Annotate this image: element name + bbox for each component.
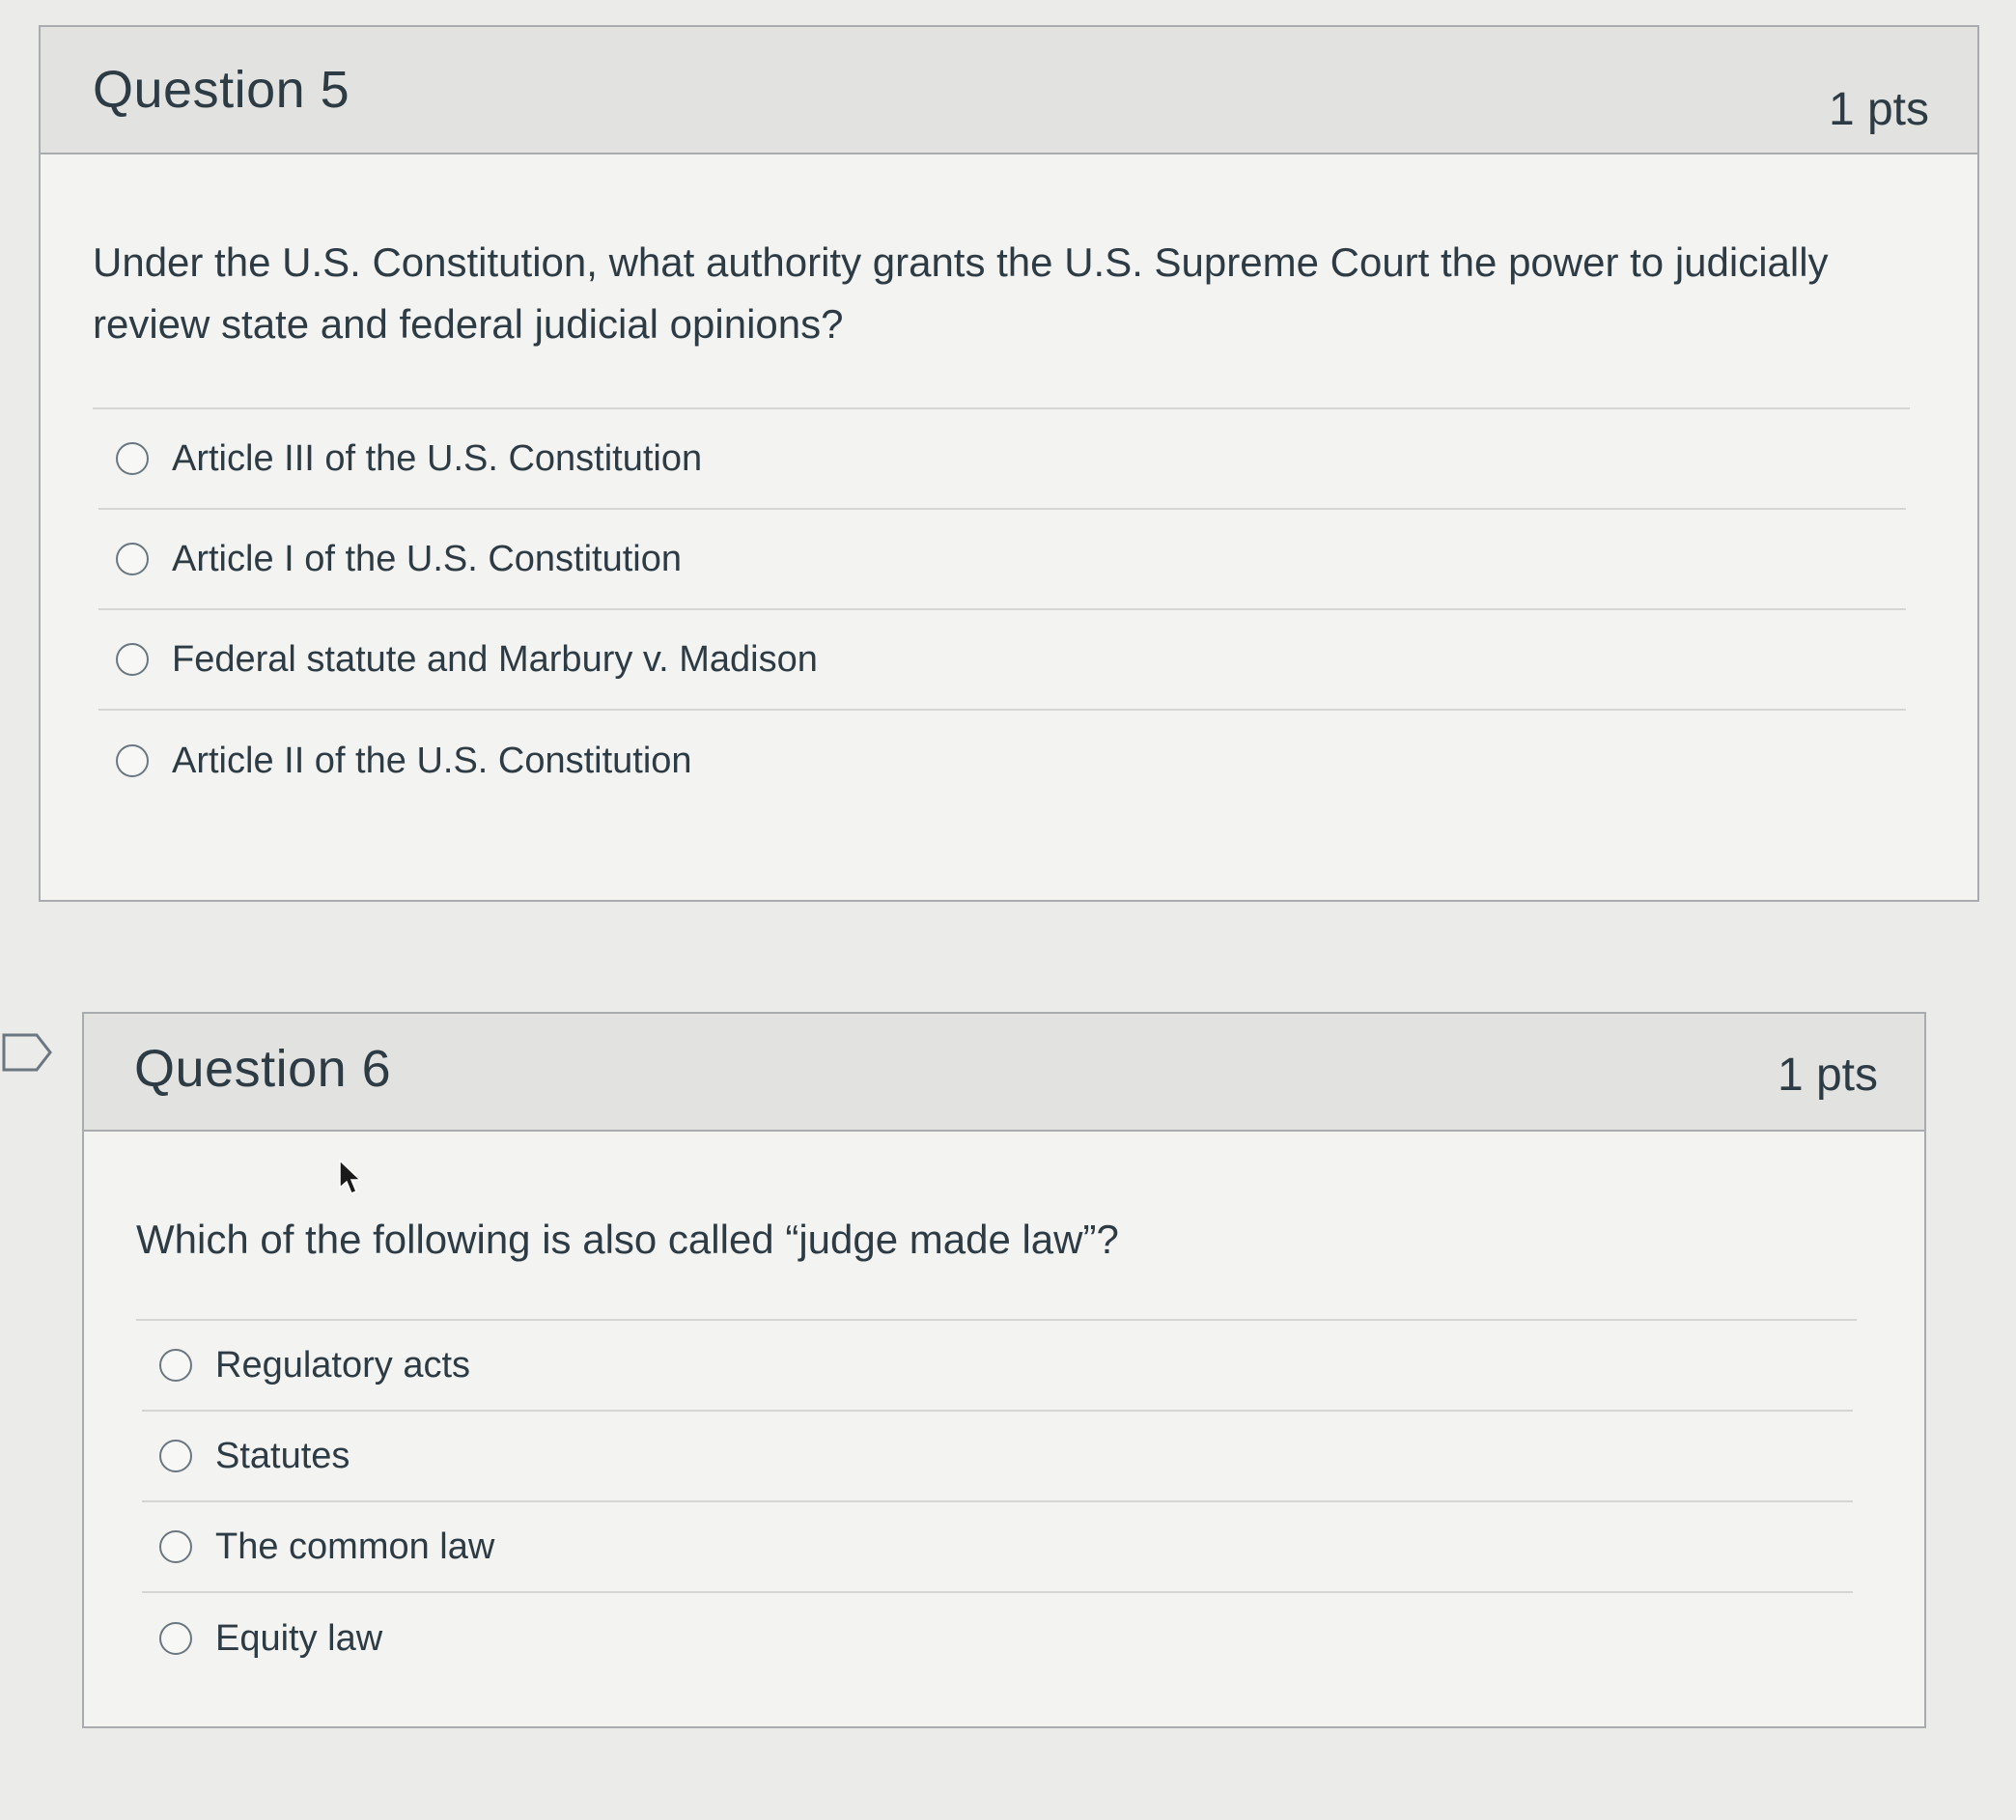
radio-button[interactable] xyxy=(116,744,149,777)
radio-button[interactable] xyxy=(159,1440,192,1472)
question-title: Question 6 xyxy=(134,1040,392,1098)
question-body: Under the U.S. Constitution, what author… xyxy=(41,154,1977,811)
answer-list: Article III of the U.S. Constitution Art… xyxy=(93,409,1925,811)
question-header: Question 5 1 pts xyxy=(41,27,1977,154)
question-card-6: Question 6 1 pts Which of the following … xyxy=(82,1012,1926,1728)
answer-label[interactable]: Statutes xyxy=(215,1436,350,1477)
question-header: Question 6 1 pts xyxy=(84,1014,1924,1132)
answer-option[interactable]: Article III of the U.S. Constitution xyxy=(98,409,1906,510)
radio-button[interactable] xyxy=(116,643,149,676)
answer-option[interactable]: Article II of the U.S. Constitution xyxy=(98,711,1906,811)
radio-button[interactable] xyxy=(116,442,149,475)
answer-option[interactable]: Statutes xyxy=(142,1412,1853,1502)
question-card-5: Question 5 1 pts Under the U.S. Constitu… xyxy=(39,25,1979,902)
radio-button[interactable] xyxy=(159,1622,192,1655)
answer-option[interactable]: Regulatory acts xyxy=(142,1321,1853,1412)
question-text: Under the U.S. Constitution, what author… xyxy=(93,154,1910,409)
radio-button[interactable] xyxy=(159,1530,192,1563)
question-points: 1 pts xyxy=(1777,1050,1878,1101)
answer-option[interactable]: Equity law xyxy=(142,1593,1853,1684)
answer-option[interactable]: Federal statute and Marbury v. Madison xyxy=(98,610,1906,711)
answer-label[interactable]: Article II of the U.S. Constitution xyxy=(172,741,692,782)
answer-label[interactable]: Regulatory acts xyxy=(215,1345,470,1386)
answer-option[interactable]: Article I of the U.S. Constitution xyxy=(98,510,1906,610)
radio-button[interactable] xyxy=(159,1349,192,1382)
question-title: Question 5 xyxy=(93,61,350,119)
mouse-pointer-icon xyxy=(339,1159,362,1194)
answer-label[interactable]: Equity law xyxy=(215,1618,382,1660)
question-body: Which of the following is also called “j… xyxy=(84,1132,1924,1684)
question-text: Which of the following is also called “j… xyxy=(136,1132,1857,1321)
answer-list: Regulatory acts Statutes The common law … xyxy=(136,1321,1872,1684)
answer-label[interactable]: Article I of the U.S. Constitution xyxy=(172,539,682,580)
answer-label[interactable]: Article III of the U.S. Constitution xyxy=(172,438,702,480)
radio-button[interactable] xyxy=(116,543,149,575)
answer-option[interactable]: The common law xyxy=(142,1502,1853,1593)
flag-question-icon[interactable] xyxy=(2,1033,52,1072)
question-points: 1 pts xyxy=(1828,84,1929,135)
answer-label[interactable]: The common law xyxy=(215,1526,494,1568)
answer-label[interactable]: Federal statute and Marbury v. Madison xyxy=(172,639,818,681)
